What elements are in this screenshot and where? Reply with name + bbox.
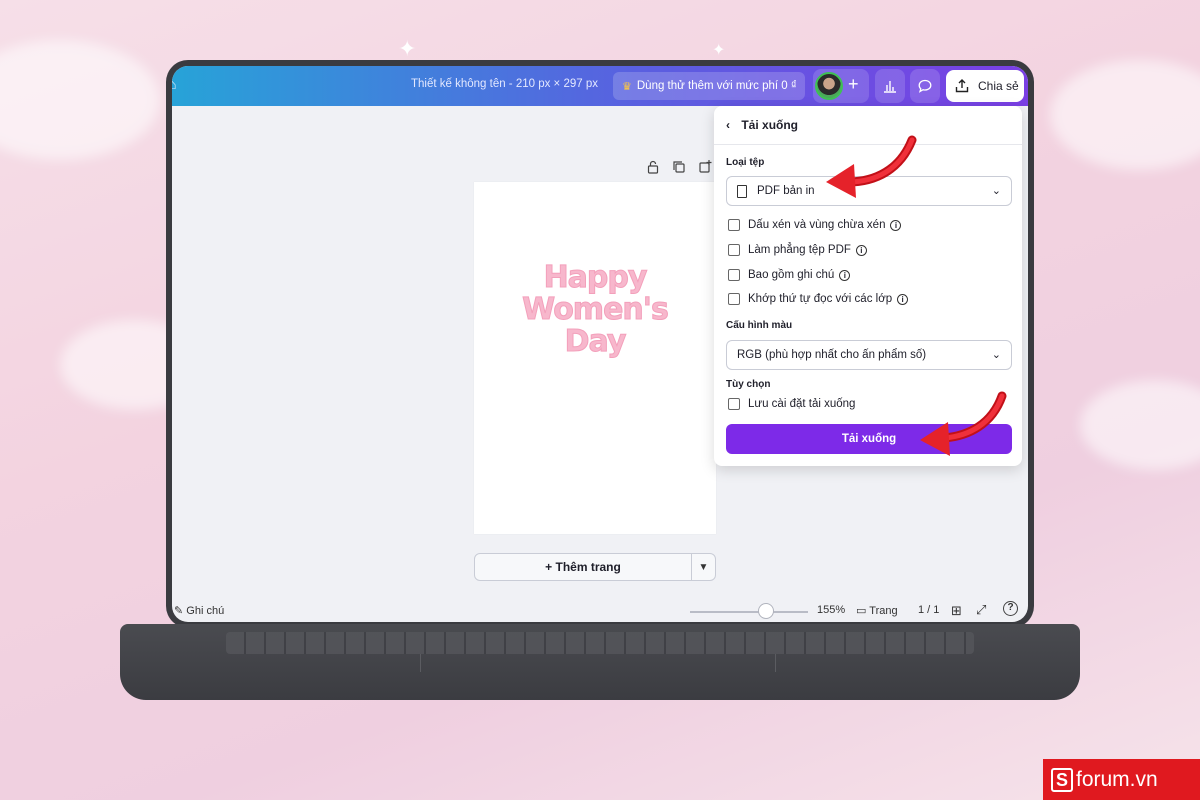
help-icon[interactable]: ? xyxy=(1003,601,1018,616)
file-type-value: PDF bản in xyxy=(757,185,815,197)
editor-topbar: ⌂ Thiết kế không tên - 210 px × 297 px ♛… xyxy=(172,66,1028,106)
panel-header[interactable]: ‹ Tải xuống xyxy=(726,118,798,132)
option-reading-order[interactable]: Khớp thứ tự đọc với các lớp i xyxy=(728,293,909,305)
color-profile-value: RGB (phù hợp nhất cho ấn phẩm số) xyxy=(737,349,927,361)
notes-label: Ghi chú xyxy=(186,605,225,617)
add-page-control: + Thêm trang ▼ xyxy=(474,553,716,581)
design-text-line: Day xyxy=(564,324,627,359)
chevron-down-icon[interactable]: ▼ xyxy=(691,554,715,580)
share-button[interactable]: Chia sẻ xyxy=(946,70,1024,102)
annotation-arrow-icon xyxy=(920,391,1007,456)
comments-button[interactable] xyxy=(910,69,940,103)
info-icon[interactable]: i xyxy=(839,269,851,281)
fullscreen-icon[interactable]: ⤢ xyxy=(976,602,986,618)
option-label: Dấu xén và vùng chừa xén xyxy=(748,219,886,231)
color-profile-label: Cấu hình màu xyxy=(726,320,793,331)
add-collaborator-icon[interactable]: + xyxy=(848,74,859,95)
info-icon[interactable]: i xyxy=(890,219,902,231)
duplicate-page-icon[interactable] xyxy=(672,160,686,174)
grid-view-icon[interactable]: ⊞ xyxy=(951,603,962,619)
home-icon[interactable]: ⌂ xyxy=(172,76,176,92)
annotation-arrow-icon xyxy=(826,135,917,198)
zoom-slider[interactable] xyxy=(690,611,808,613)
page-toolbar xyxy=(646,160,712,174)
option-include-notes[interactable]: Bao gồm ghi chú i xyxy=(728,269,851,281)
checkbox[interactable] xyxy=(728,269,740,281)
sparkle-icon: ✦ xyxy=(398,36,417,61)
back-chevron-icon[interactable]: ‹ xyxy=(726,118,730,132)
file-icon xyxy=(737,184,747,198)
lock-icon[interactable] xyxy=(646,160,660,174)
comment-icon xyxy=(918,79,932,93)
pages-label: Trang xyxy=(869,605,898,617)
document-title[interactable]: Thiết kế không tên - 210 px × 297 px xyxy=(411,78,598,90)
background-cloud xyxy=(1050,60,1200,170)
info-icon[interactable]: i xyxy=(897,293,909,305)
background-cloud xyxy=(0,40,160,160)
design-text-line: Women's xyxy=(522,292,670,327)
chevron-down-icon: ⌄ xyxy=(991,185,1001,197)
option-label: Khớp thứ tự đọc với các lớp xyxy=(748,293,893,305)
panel-title: Tải xuống xyxy=(741,118,799,132)
sparkle-icon: ✦ xyxy=(712,42,726,59)
add-page-button[interactable]: + Thêm trang xyxy=(475,554,691,580)
page-count: 1 / 1 xyxy=(918,604,940,616)
zoom-value[interactable]: 155% xyxy=(817,604,845,616)
checkbox[interactable] xyxy=(728,293,740,305)
option-save-settings[interactable]: Lưu cài đặt tải xuống xyxy=(728,398,855,410)
laptop-keyboard xyxy=(226,632,974,654)
watermark-logo: S forum.vn xyxy=(1043,759,1200,800)
checkbox[interactable] xyxy=(728,219,740,231)
logo-s-icon: S xyxy=(1051,767,1073,792)
file-type-label: Loại tệp xyxy=(726,157,765,168)
insights-button[interactable] xyxy=(875,69,905,103)
design-text-element[interactable]: Happy Women's Day xyxy=(474,260,716,359)
collaborators-group[interactable]: + xyxy=(813,69,869,103)
info-icon[interactable]: i xyxy=(855,244,867,256)
extra-options-label: Tùy chọn xyxy=(726,379,771,390)
design-page[interactable]: Happy Women's Day xyxy=(474,182,716,534)
trial-button[interactable]: ♛ Dùng thử thêm với mức phí 0 ₫ xyxy=(613,72,805,100)
option-flatten-pdf[interactable]: Làm phẳng tệp PDF i xyxy=(728,244,867,256)
color-profile-select[interactable]: RGB (phù hợp nhất cho ấn phẩm số) ⌄ xyxy=(726,340,1012,370)
watermark-text: forum.vn xyxy=(1076,767,1158,791)
option-label: Làm phẳng tệp PDF xyxy=(748,244,851,256)
design-text-line: Happy xyxy=(543,260,648,295)
checkbox[interactable] xyxy=(728,244,740,256)
editor-bottombar: ✎ Ghi chú 155% ▭ Trang 1 / 1 ⊞ ⤢ ? xyxy=(172,598,1028,622)
zoom-slider-thumb[interactable] xyxy=(757,603,774,619)
crown-icon: ♛ xyxy=(622,80,632,93)
option-crop-marks[interactable]: Dấu xén và vùng chừa xén i xyxy=(728,219,902,231)
pages-button[interactable]: ▭ Trang xyxy=(856,604,898,617)
trial-label: Dùng thử thêm với mức phí 0 ₫ xyxy=(636,80,797,92)
laptop-trackpad xyxy=(420,654,776,672)
upload-icon xyxy=(955,79,969,93)
add-page-icon[interactable] xyxy=(698,160,712,174)
background-cloud xyxy=(1080,380,1200,470)
option-label: Lưu cài đặt tải xuống xyxy=(748,398,856,410)
bar-chart-icon xyxy=(884,81,896,93)
share-label: Chia sẻ xyxy=(978,79,1019,93)
chevron-down-icon: ⌄ xyxy=(991,349,1001,361)
avatar[interactable] xyxy=(815,72,843,100)
notes-button[interactable]: ✎ Ghi chú xyxy=(174,604,224,617)
checkbox[interactable] xyxy=(728,398,740,410)
option-label: Bao gồm ghi chú xyxy=(748,269,835,281)
